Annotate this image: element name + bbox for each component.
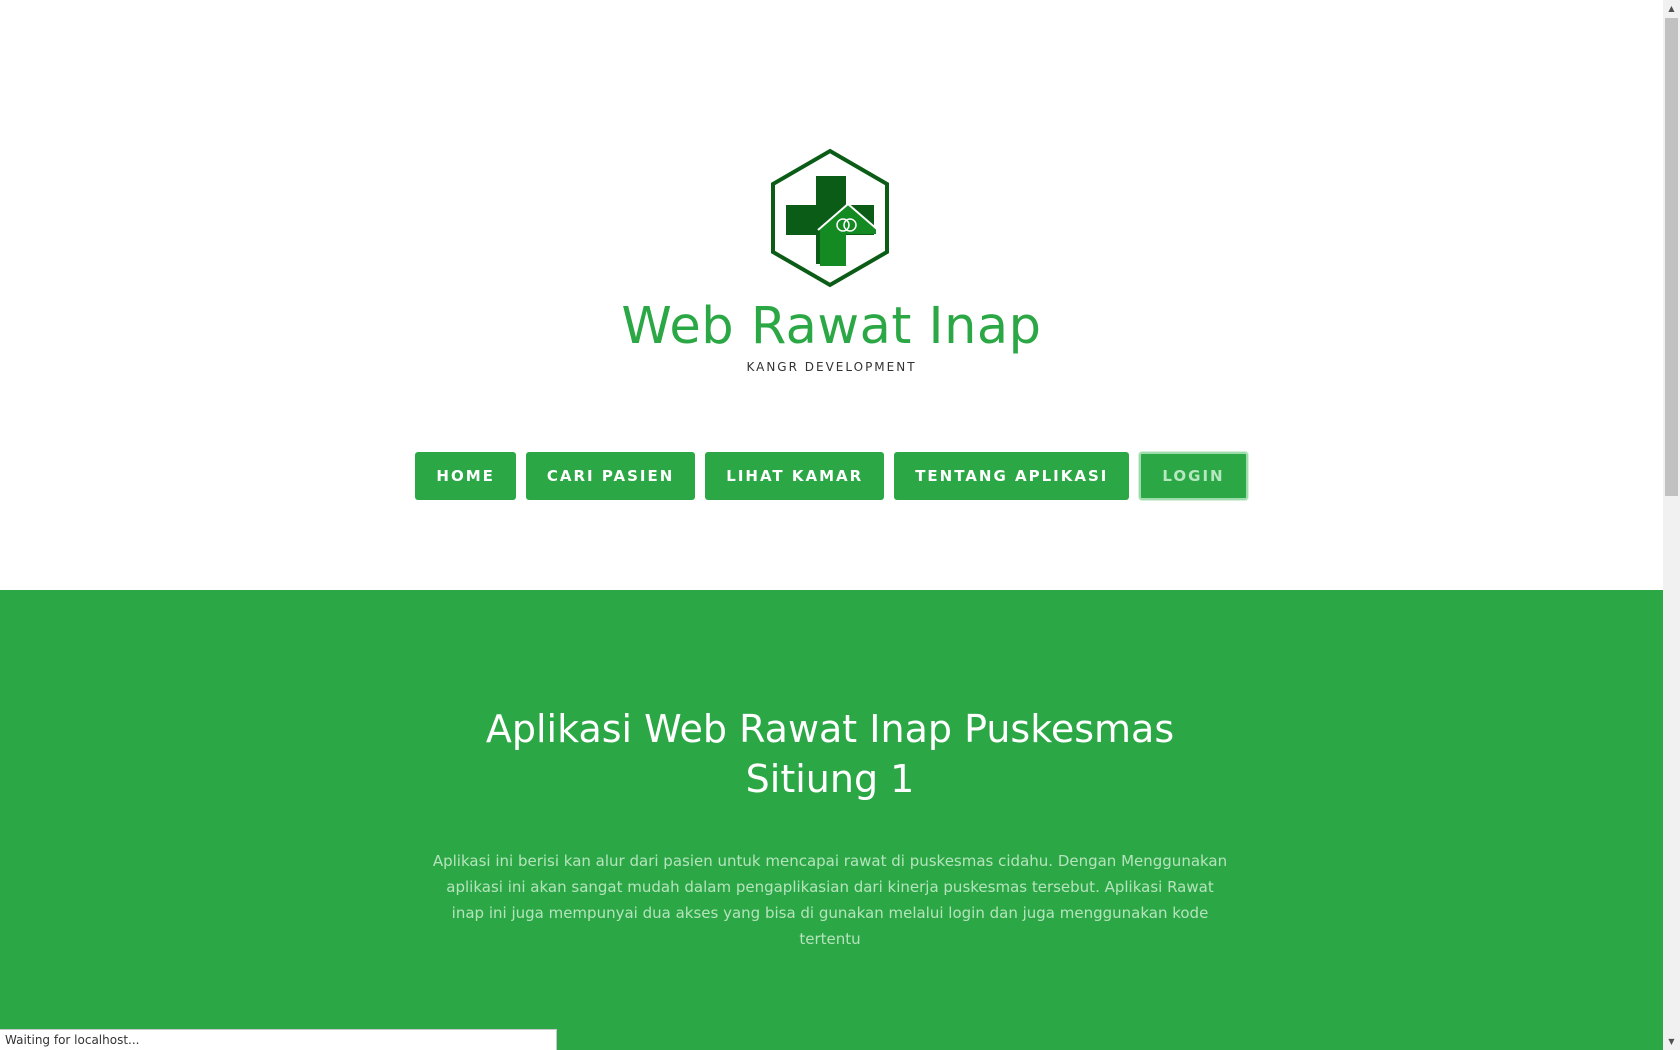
nav-tentang-aplikasi-button[interactable]: TENTANG APLIKASI bbox=[894, 452, 1130, 500]
hero-title: Aplikasi Web Rawat Inap Puskesmas Sitiun… bbox=[485, 707, 1175, 801]
nav-login-button[interactable]: LOGIN bbox=[1139, 452, 1248, 500]
nav-lihat-kamar-button[interactable]: LIHAT KAMAR bbox=[705, 452, 885, 500]
browser-status-bar: Waiting for localhost... bbox=[0, 1029, 557, 1050]
puskesmas-logo-icon bbox=[771, 148, 889, 288]
scroll-up-arrow-icon[interactable]: ▲ bbox=[1663, 0, 1680, 17]
scrollbar-thumb[interactable] bbox=[1665, 18, 1678, 496]
nav-home-button[interactable]: HOME bbox=[415, 452, 516, 500]
hero-section: Aplikasi Web Rawat Inap Puskesmas Sitiun… bbox=[0, 590, 1663, 1050]
site-title: Web Rawat Inap bbox=[621, 297, 1042, 356]
site-header: Web Rawat Inap KANGR DEVELOPMENT HOME CA… bbox=[0, 0, 1663, 590]
vertical-scrollbar[interactable]: ▲ ▼ bbox=[1663, 0, 1680, 1050]
main-nav: HOME CARI PASIEN LIHAT KAMAR TENTANG APL… bbox=[0, 452, 1663, 500]
site-subtitle: KANGR DEVELOPMENT bbox=[746, 360, 917, 374]
hero-description: Aplikasi ini berisi kan alur dari pasien… bbox=[432, 852, 1228, 948]
scroll-down-arrow-icon[interactable]: ▼ bbox=[1663, 1033, 1680, 1050]
nav-cari-pasien-button[interactable]: CARI PASIEN bbox=[525, 452, 696, 500]
page: Web Rawat Inap KANGR DEVELOPMENT HOME CA… bbox=[0, 0, 1663, 1050]
